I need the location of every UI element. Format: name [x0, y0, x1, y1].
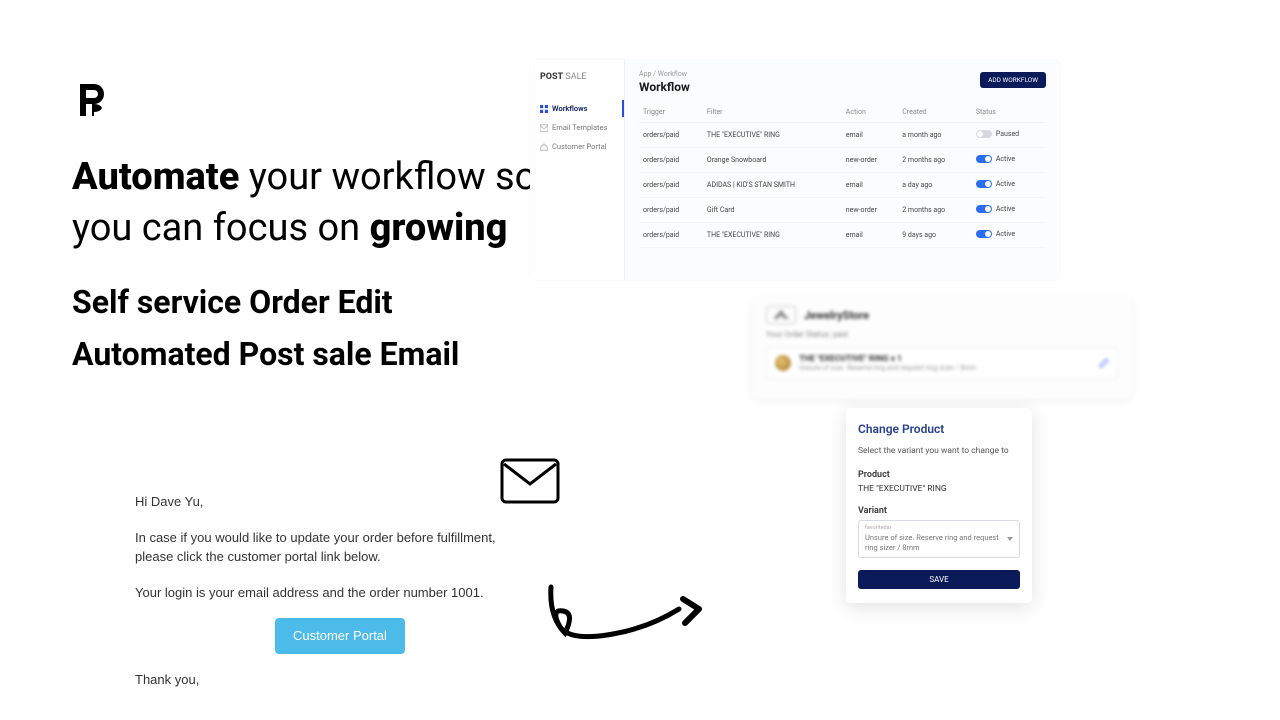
col-filter: Filter [703, 102, 842, 123]
cell-action: new-order [842, 148, 899, 173]
cell-filter: THE "EXECUTIVE" RING [703, 123, 842, 148]
status-label: Active [996, 155, 1015, 163]
order-status-card: JewelryStore Your Order Status: paid THE… [752, 296, 1132, 399]
nav-email-templates[interactable]: Email Templates [530, 119, 624, 136]
item-variant: Unsure of size. Reserve ring and request… [799, 364, 1091, 372]
variant-select[interactable]: favoritedar Unsure of size. Reserve ring… [858, 520, 1020, 558]
cell-filter: Gift Card [703, 198, 842, 223]
nav-customer-portal[interactable]: Customer Portal [530, 138, 624, 155]
save-button[interactable]: SAVE [858, 570, 1020, 589]
customer-portal-button[interactable]: Customer Portal [275, 618, 405, 654]
status-label: Paused [996, 130, 1019, 138]
table-row[interactable]: orders/paidADIDAS | KID'S STAN SMITHemai… [639, 173, 1046, 198]
headline-tagline: Automate your workflow so you can focus … [72, 152, 592, 255]
brand-part-2: SALE [563, 72, 586, 82]
status-toggle[interactable] [976, 130, 992, 138]
cell-filter: THE "EXECUTIVE" RING [703, 223, 842, 248]
cell-trigger: orders/paid [639, 148, 703, 173]
email-greeting: Hi Dave Yu, [135, 492, 535, 512]
cell-trigger: orders/paid [639, 123, 703, 148]
tagline-bold-1: Automate [72, 155, 239, 199]
order-line-item: THE "EXECUTIVE" RING x 1 Unsure of size.… [766, 347, 1118, 379]
workflow-table: Trigger Filter Action Created Status ord… [639, 102, 1046, 248]
item-title: THE "EXECUTIVE" RING x 1 [799, 354, 1091, 364]
product-thumb-icon [775, 355, 791, 371]
cell-created: 2 months ago [898, 148, 972, 173]
cell-trigger: orders/paid [639, 223, 703, 248]
status-label: Active [996, 205, 1015, 213]
cell-created: a day ago [898, 173, 972, 198]
cell-trigger: orders/paid [639, 173, 703, 198]
home-icon [540, 143, 548, 151]
email-body-1: In case if you would like to update your… [135, 528, 535, 567]
cell-filter: Orange Snowboard [703, 148, 842, 173]
order-status-text: Your Order Status: paid [766, 330, 1118, 339]
col-trigger: Trigger [639, 102, 703, 123]
nav-workflows-label: Workflows [552, 104, 588, 113]
cell-status: Paused [972, 123, 1046, 148]
cell-filter: ADIDAS | KID'S STAN SMITH [703, 173, 842, 198]
cell-created: a month ago [898, 123, 972, 148]
subhead-order-edit: Self service Order Edit [72, 283, 592, 321]
nav-list: Workflows Email Templates Customer Porta… [530, 94, 624, 161]
chevron-down-icon [1007, 537, 1013, 541]
variant-small-label: favoritedar [865, 525, 1013, 532]
cell-action: email [842, 223, 899, 248]
col-status: Status [972, 102, 1046, 123]
workflow-app-panel: POST SALE Workflows Email Templates Cust… [530, 60, 1060, 280]
status-toggle[interactable] [976, 230, 992, 238]
store-logo-icon [766, 306, 796, 324]
status-label: Active [996, 180, 1015, 188]
brand-part-1: POST [540, 72, 563, 82]
email-preview: Hi Dave Yu, In case if you would like to… [135, 492, 535, 705]
arrow-icon [543, 583, 703, 663]
cell-created: 2 months ago [898, 198, 972, 223]
store-name: JewelryStore [804, 309, 869, 322]
status-label: Active [996, 230, 1015, 238]
grid-icon [540, 105, 548, 113]
tagline-bold-2: growing [370, 206, 508, 250]
cell-action: email [842, 173, 899, 198]
app-brand: POST SALE [530, 60, 624, 94]
cell-created: 9 days ago [898, 223, 972, 248]
envelope-icon [500, 458, 560, 504]
table-row[interactable]: orders/paidTHE "EXECUTIVE" RINGemaila mo… [639, 123, 1046, 148]
status-toggle[interactable] [976, 155, 992, 163]
cell-action: email [842, 123, 899, 148]
status-toggle[interactable] [976, 205, 992, 213]
app-sidebar: POST SALE Workflows Email Templates Cust… [530, 60, 625, 280]
edit-icon[interactable] [1099, 358, 1109, 368]
status-toggle[interactable] [976, 180, 992, 188]
change-title: Change Product [858, 422, 1020, 436]
table-row[interactable]: orders/paidTHE "EXECUTIVE" RINGemail9 da… [639, 223, 1046, 248]
app-main: App / Workflow Workflow ADD WORKFLOW Tri… [625, 60, 1060, 258]
cell-status: Active [972, 223, 1046, 248]
product-field-value: THE "EXECUTIVE" RING [858, 484, 1020, 494]
cell-status: Active [972, 173, 1046, 198]
add-workflow-button[interactable]: ADD WORKFLOW [980, 72, 1046, 88]
variant-field-label: Variant [858, 506, 1020, 516]
nav-email-templates-label: Email Templates [552, 123, 607, 132]
cell-action: new-order [842, 198, 899, 223]
col-created: Created [898, 102, 972, 123]
col-action: Action [842, 102, 899, 123]
subhead-post-sale-email: Automated Post sale Email [72, 335, 592, 373]
nav-customer-portal-label: Customer Portal [552, 142, 607, 151]
change-subtitle: Select the variant you want to change to [858, 446, 1020, 456]
table-row[interactable]: orders/paidOrange Snowboardnew-order2 mo… [639, 148, 1046, 173]
variant-selected-value: Unsure of size. Reserve ring and request… [865, 533, 999, 552]
cell-status: Active [972, 198, 1046, 223]
logo-icon [72, 80, 112, 120]
table-row[interactable]: orders/paidGift Cardnew-order2 months ag… [639, 198, 1046, 223]
nav-workflows[interactable]: Workflows [530, 100, 624, 117]
change-product-panel: Change Product Select the variant you wa… [846, 408, 1032, 603]
email-closing: Thank you, [135, 670, 535, 690]
cell-trigger: orders/paid [639, 198, 703, 223]
product-field-label: Product [858, 470, 1020, 480]
cell-status: Active [972, 148, 1046, 173]
email-body-2: Your login is your email address and the… [135, 583, 535, 603]
mail-icon [540, 124, 548, 132]
